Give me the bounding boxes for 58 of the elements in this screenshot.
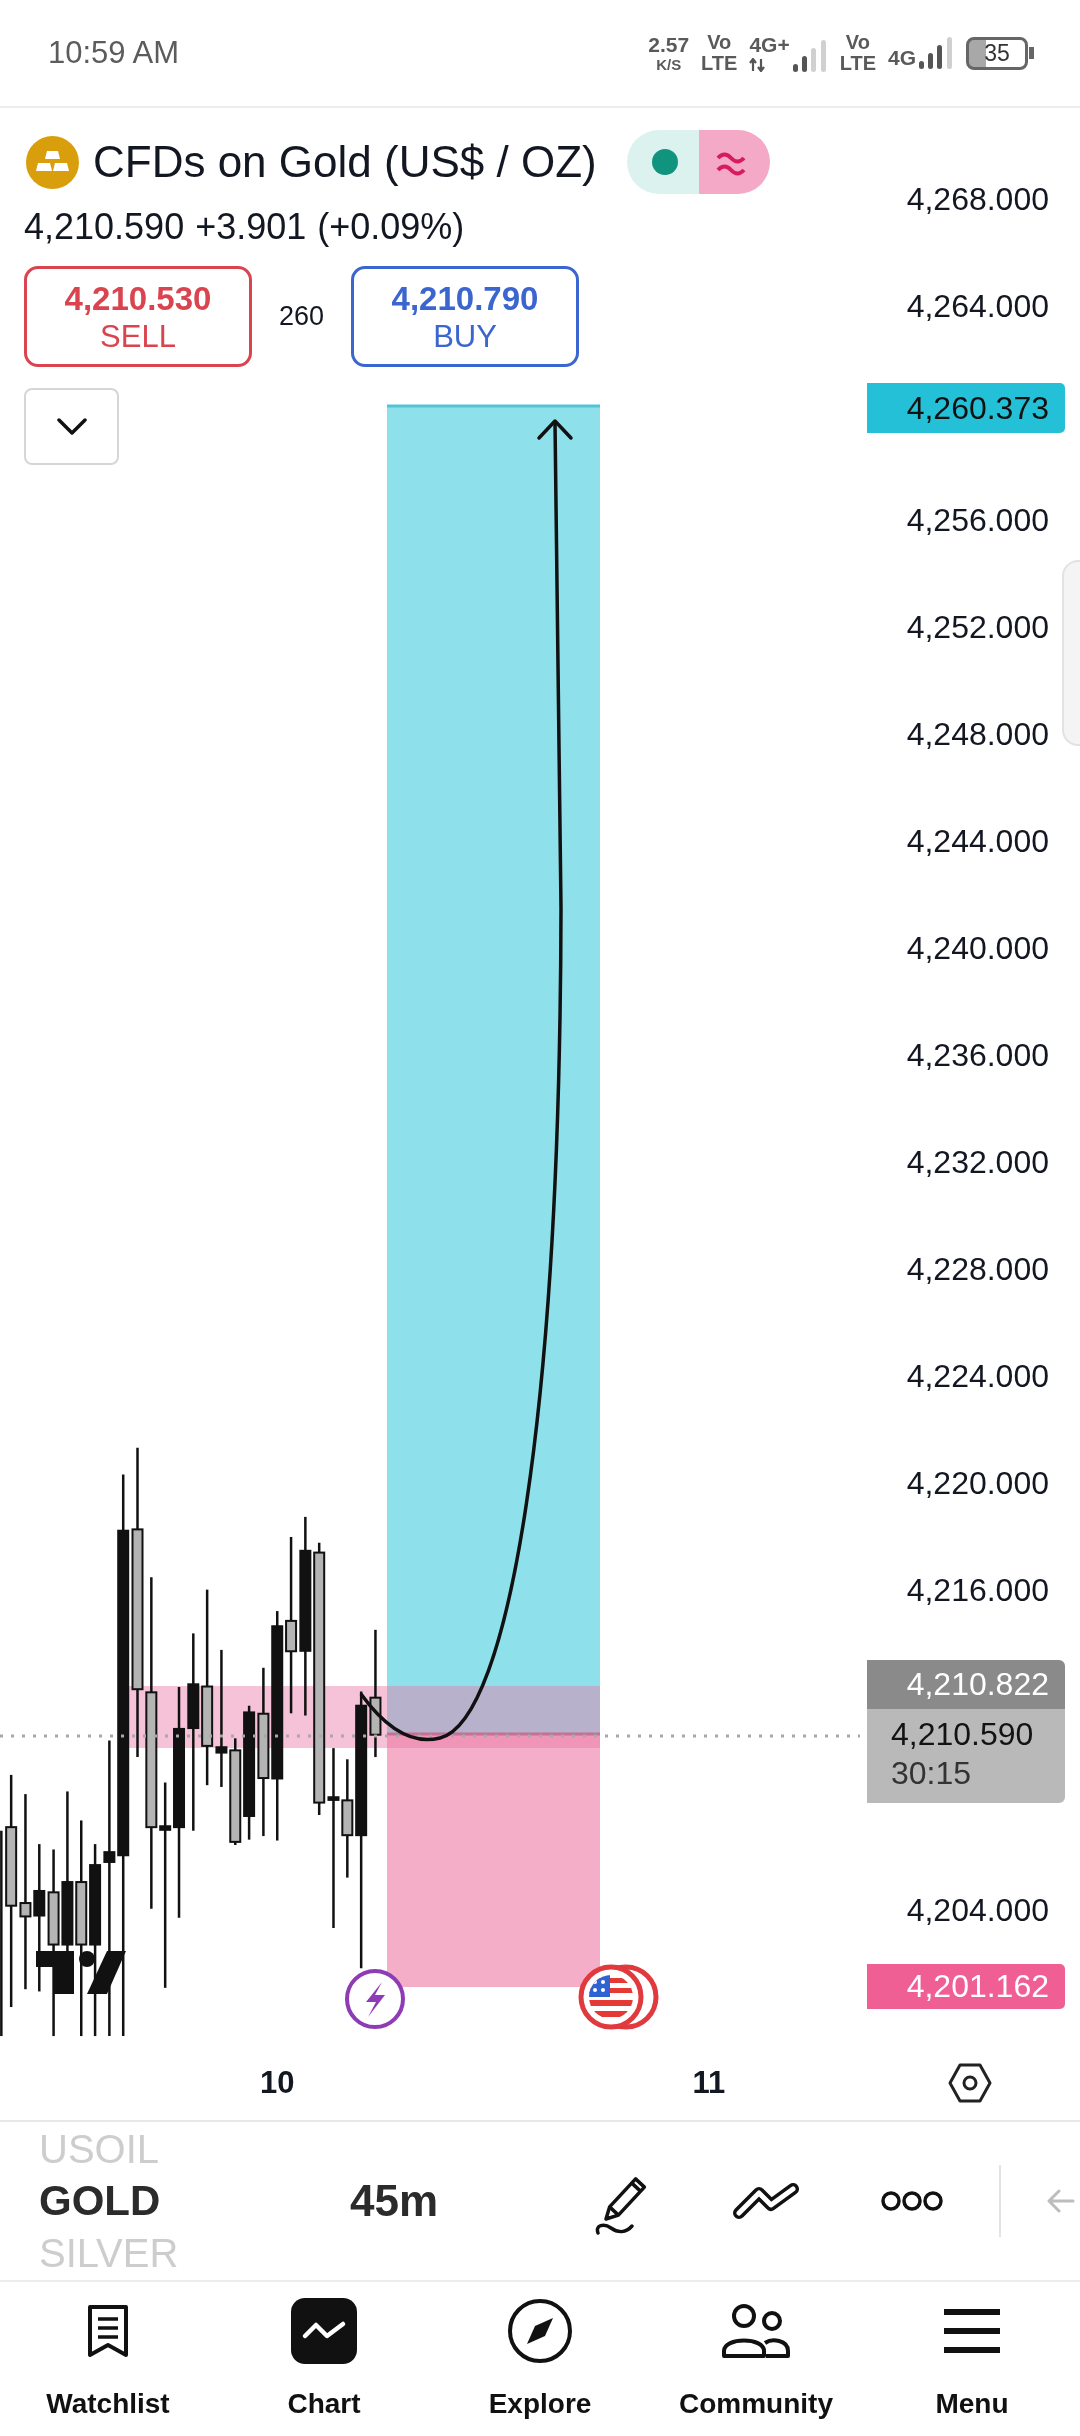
flag-coin-icon[interactable]: [578, 1964, 659, 2030]
price-label: 4,228.000: [906, 1251, 1049, 1288]
chart-logo-icon[interactable]: [36, 1951, 126, 1994]
countdown-label: 30:15: [891, 1754, 972, 1793]
signal-bars-icon: [791, 40, 828, 72]
symbol-option[interactable]: GOLD: [39, 2175, 161, 2227]
signal-bars-icon: [918, 37, 954, 69]
curved-arrow[interactable]: [359, 419, 573, 1741]
more-icon[interactable]: [880, 2190, 945, 2212]
price-label: 4,268.000: [906, 181, 1049, 218]
price-label: 4,252.000: [906, 609, 1049, 646]
time-label: 10: [260, 2064, 295, 2101]
network-type: 4G: [888, 47, 916, 69]
target-price-label: 4,260.373: [867, 382, 1065, 433]
last-price: 4,210.590: [24, 206, 185, 248]
stop-price-label: 4,201.162: [867, 1964, 1065, 2009]
price-label: 4,248.000: [906, 716, 1049, 753]
price-label: 4,220.000: [906, 1465, 1049, 1502]
nav-tab[interactable]: Menu: [864, 2282, 1080, 2436]
price-label: 4,216.000: [906, 1572, 1049, 1609]
network-speed-unit: K/S: [656, 57, 682, 72]
price-change-percent: (+0.09%): [317, 206, 465, 248]
price-label: 4,240.000: [906, 930, 1049, 967]
side-panel-handle[interactable]: [1062, 560, 1080, 746]
buy-button[interactable]: 4,210.790 BUY: [351, 266, 579, 367]
nav-tab[interactable]: Community: [648, 2282, 864, 2436]
price-label: 4,244.000: [906, 823, 1049, 860]
price-label: 4,232.000: [906, 1144, 1049, 1181]
chevron-down-icon: [56, 418, 87, 435]
last-price-label: 4,210.822: [867, 1660, 1065, 1709]
price-label: 4,256.000: [906, 502, 1049, 539]
wave-icon[interactable]: [698, 130, 770, 194]
volte-label: Vo: [845, 32, 870, 53]
interval-button[interactable]: 45m: [350, 2176, 439, 2226]
price-change: +3.901: [195, 206, 307, 248]
settings-icon[interactable]: [948, 2062, 992, 2103]
current-price-label: 4,210.590: [891, 1715, 1034, 1754]
price-label: 4,264.000: [906, 288, 1049, 325]
volte-label: LTE: [701, 53, 738, 74]
price-label: 4,236.000: [906, 1037, 1049, 1074]
network-speed: 2.57: [648, 34, 690, 55]
status-time: 10:59 AM: [48, 35, 179, 71]
symbol-title[interactable]: CFDs on Gold (US$ / OZ): [93, 137, 597, 187]
ingot-stack-icon: [26, 135, 79, 189]
battery-indicator: 35: [966, 36, 1034, 70]
price-label: 4,224.000: [906, 1358, 1049, 1395]
nav-tab[interactable]: Chart: [216, 2282, 432, 2436]
lightning-icon[interactable]: [345, 1969, 405, 2029]
time-label: 11: [692, 2064, 726, 2101]
sell-button[interactable]: 4,210.530 SELL: [24, 266, 252, 367]
spread-value: 260: [277, 301, 326, 332]
price-label: 4,204.000: [906, 1892, 1049, 1929]
volte-label: Vo: [707, 32, 732, 53]
network-type: 4G+: [749, 34, 790, 56]
volte-label: LTE: [839, 53, 876, 74]
trend-lines-icon[interactable]: [731, 2181, 802, 2221]
nav-tab[interactable]: Explore: [432, 2282, 648, 2436]
nav-tab[interactable]: Watchlist: [0, 2282, 216, 2436]
